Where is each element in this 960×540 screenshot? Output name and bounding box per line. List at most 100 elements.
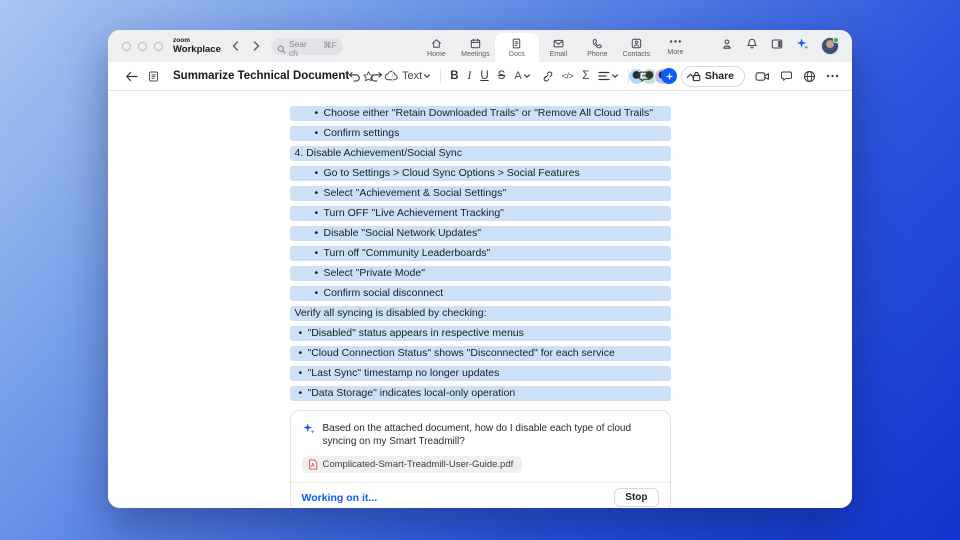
history-forward-icon[interactable] (252, 41, 261, 51)
pdf-file-icon: A (308, 459, 317, 470)
notifications-bell-icon[interactable] (745, 37, 759, 56)
doc-line[interactable]: Confirm settings (289, 126, 671, 141)
tab-email[interactable]: Email (539, 32, 578, 62)
mail-icon (552, 37, 565, 50)
doc-line[interactable]: Verify all syncing is disabled by checki… (289, 306, 671, 321)
tab-label: Home (427, 50, 446, 58)
ai-companion-icon[interactable] (795, 36, 810, 56)
tab-label: Email (549, 50, 568, 58)
chevron-down-icon (523, 74, 530, 78)
italic-button[interactable]: I (468, 70, 472, 82)
document-canvas[interactable]: Choose either "Retain Downloaded Trails"… (108, 91, 852, 508)
attachment-chip[interactable]: A Complicated-Smart-Treadmill-User-Guide… (301, 456, 523, 473)
ai-prompt-text: Based on the attached document, how do I… (322, 423, 632, 447)
doc-line[interactable]: Turn off "Community Leaderboards" (289, 246, 671, 261)
link-icon[interactable] (540, 70, 553, 83)
align-icon (598, 71, 610, 81)
code-icon[interactable]: </> (562, 71, 574, 81)
doc-line[interactable]: Confirm social disconnect (289, 286, 671, 301)
workplace-logo: zoom Workplace (173, 37, 221, 55)
chat-bubble-icon[interactable] (780, 70, 793, 82)
profile-icon[interactable] (720, 37, 734, 56)
collapse-toolbar-icon[interactable] (686, 73, 695, 79)
strikethrough-button[interactable]: S (498, 70, 506, 82)
chevron-down-icon (424, 74, 431, 78)
search-shortcut: ⌘F (323, 39, 337, 50)
ai-sparkle-icon (302, 421, 316, 440)
doc-line[interactable]: Select "Private Mode" (289, 266, 671, 281)
doc-line-text: "Data Storage" indicates local-only oper… (307, 387, 516, 399)
formula-icon[interactable]: Σ (582, 70, 589, 82)
svg-text:A: A (310, 463, 314, 469)
contacts-icon (630, 37, 643, 50)
doc-line-text: Confirm settings (323, 127, 400, 139)
text-color-dropdown[interactable]: A (514, 70, 530, 82)
doc-toolbar: Summarize Technical Document Text B I U … (108, 62, 852, 91)
doc-line[interactable]: Turn OFF "Live Achievement Tracking" (289, 206, 671, 221)
doc-line-text: Disable "Social Network Updates" (323, 227, 481, 239)
doc-line-text: "Disabled" status appears in respective … (307, 327, 524, 339)
ai-companion-button[interactable] (661, 68, 678, 84)
stop-button[interactable]: Stop (614, 488, 659, 507)
zoom-window-button[interactable] (154, 41, 163, 51)
docs-icon (510, 37, 523, 50)
tab-label: Docs (508, 51, 525, 58)
desktop: { "theme": { "accent": "#0b5cff", "highl… (0, 0, 960, 540)
redo-icon[interactable] (370, 71, 383, 82)
document-title: Summarize Technical Document (173, 70, 350, 82)
ai-status-text: Working on it... (301, 491, 378, 504)
align-dropdown[interactable] (598, 71, 619, 81)
text-color-label: A (514, 70, 522, 82)
minimize-window-button[interactable] (138, 41, 147, 51)
doc-line[interactable]: "Cloud Connection Status" shows "Disconn… (289, 346, 671, 361)
doc-line-text: "Cloud Connection Status" shows "Disconn… (307, 347, 615, 359)
comment-icon[interactable] (638, 70, 652, 83)
share-label: Share (704, 70, 734, 82)
search-placeholder: Search (288, 38, 307, 58)
doc-line[interactable]: Choose either "Retain Downloaded Trails"… (289, 106, 671, 121)
doc-line[interactable]: "Last Sync" timestamp no longer updates (289, 366, 671, 381)
doc-line[interactable]: Select "Achievement & Social Settings" (289, 186, 671, 201)
user-avatar[interactable] (821, 37, 839, 55)
document-body: Choose either "Retain Downloaded Trails"… (289, 106, 671, 401)
home-icon (430, 37, 443, 50)
history-back-icon[interactable] (231, 41, 240, 51)
underline-button[interactable]: U (480, 70, 488, 82)
bold-button[interactable]: B (450, 70, 458, 82)
tab-more[interactable]: More (656, 32, 695, 62)
doc-line-text: Confirm social disconnect (323, 287, 444, 299)
doc-line-text: 4. Disable Achievement/Social Sync (294, 147, 463, 159)
search-input[interactable]: Search ⌘F (270, 37, 343, 57)
globe-icon[interactable] (803, 70, 816, 83)
close-window-button[interactable] (122, 41, 131, 51)
text-style-label: Text (402, 70, 423, 82)
doc-line[interactable]: 4. Disable Achievement/Social Sync (289, 146, 671, 161)
doc-line[interactable]: Disable "Social Network Updates" (289, 226, 671, 241)
side-panel-icon[interactable] (770, 37, 784, 56)
doc-line-text: Verify all syncing is disabled by checki… (294, 307, 487, 319)
back-icon[interactable] (125, 71, 138, 82)
window-controls[interactable] (122, 41, 163, 51)
tab-meetings[interactable]: Meetings (456, 32, 495, 62)
attachment-name: Complicated-Smart-Treadmill-User-Guide.p… (322, 459, 514, 470)
titlebar: zoom Workplace Search ⌘F Home Meetings Doc… (108, 30, 852, 62)
zoom-workplace-window: zoom Workplace Search ⌘F Home Meetings Doc… (108, 30, 852, 508)
tab-home[interactable]: Home (417, 32, 456, 62)
tab-contacts[interactable]: Contacts (617, 32, 656, 62)
presence-dot (833, 37, 839, 43)
undo-icon[interactable] (348, 71, 361, 82)
doc-line[interactable]: Go to Settings > Cloud Sync Options > So… (289, 166, 671, 181)
brand-workplace: Workplace (173, 44, 221, 55)
doc-line-text: Turn off "Community Leaderboards" (323, 247, 491, 259)
video-camera-icon[interactable] (755, 71, 770, 82)
tab-phone[interactable]: Phone (578, 32, 617, 62)
tab-docs[interactable]: Docs (494, 33, 539, 62)
tab-label: Contacts (622, 50, 651, 58)
doc-line-text: "Last Sync" timestamp no longer updates (307, 367, 500, 379)
more-options-icon[interactable] (826, 74, 839, 78)
doc-line-text: Turn OFF "Live Achievement Tracking" (323, 207, 504, 219)
doc-home-icon[interactable] (147, 70, 160, 83)
doc-line[interactable]: "Disabled" status appears in respective … (289, 326, 671, 341)
doc-line[interactable]: "Data Storage" indicates local-only oper… (289, 386, 671, 401)
text-style-dropdown[interactable]: Text (402, 70, 431, 82)
